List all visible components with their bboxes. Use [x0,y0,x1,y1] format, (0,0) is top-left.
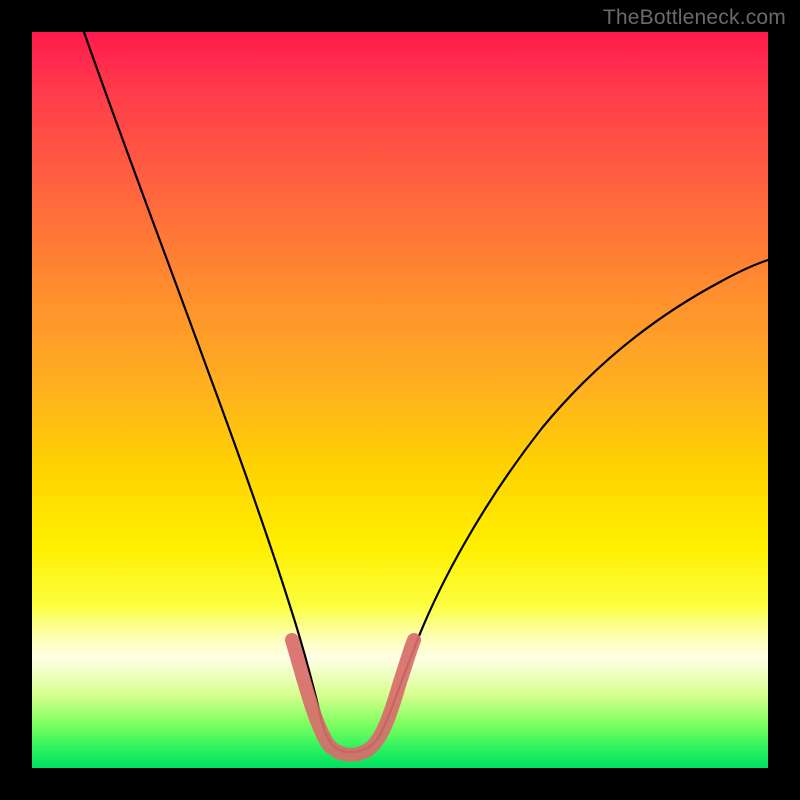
bottleneck-curve [84,32,768,752]
watermark-text: TheBottleneck.com [603,6,786,30]
curve-svg [32,32,768,768]
plot-area [32,32,768,768]
chart-frame: TheBottleneck.com [0,0,800,800]
optimal-region-highlight [292,640,414,755]
